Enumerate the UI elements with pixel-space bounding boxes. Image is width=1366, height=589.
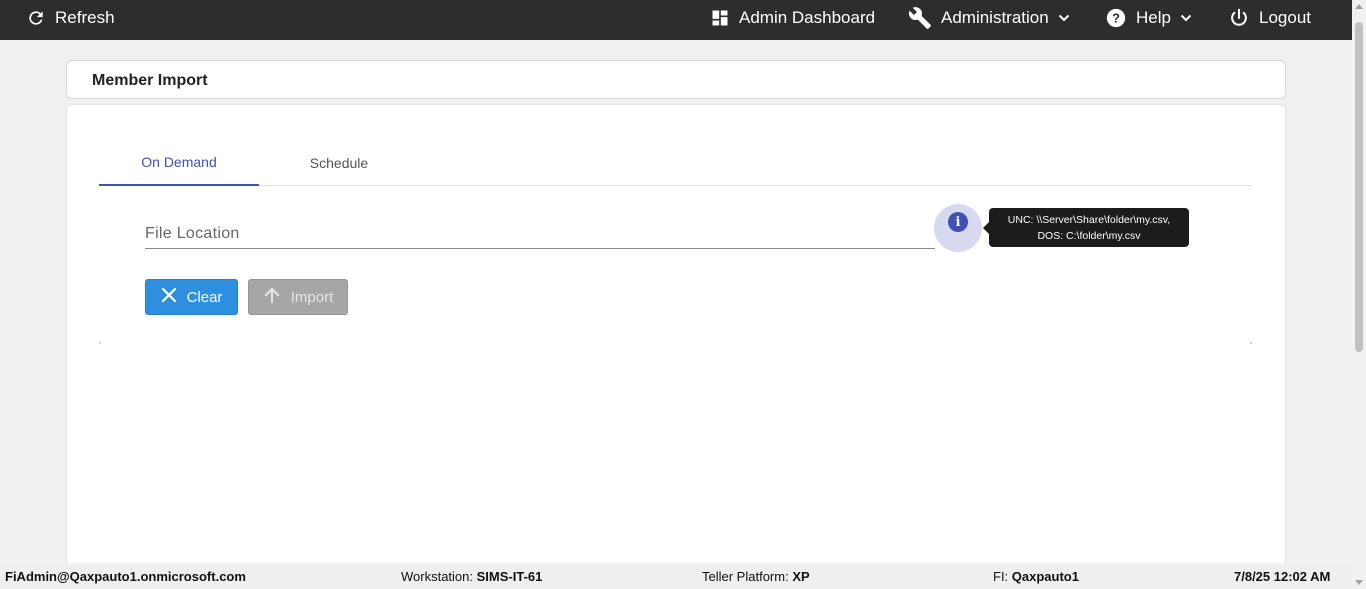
- status-bar: FiAdmin@Qaxpauto1.onmicrosoft.com Workst…: [0, 563, 1352, 589]
- import-tabs: On Demand Schedule: [99, 140, 1252, 186]
- page-title: Member Import: [92, 72, 208, 89]
- file-location-tooltip: UNC: \\Server\Share\folder\my.csv, DOS: …: [983, 208, 1189, 247]
- clear-button[interactable]: Clear: [145, 279, 238, 315]
- panel-corner-marker: [1250, 342, 1252, 344]
- dashboard-icon: [710, 8, 730, 28]
- info-icon: i: [948, 212, 968, 232]
- file-location-input[interactable]: [145, 220, 935, 248]
- power-icon: [1228, 7, 1250, 29]
- tooltip-line-dos: DOS: C:\folder\my.csv: [1037, 230, 1141, 242]
- scroll-up-icon[interactable]: [1355, 4, 1363, 9]
- page-header-card: Member Import: [66, 60, 1286, 99]
- status-fi: FI: Qaxpauto1: [993, 569, 1079, 584]
- logout-button[interactable]: Logout: [1228, 0, 1311, 36]
- top-navigation-bar: Refresh Admin Dashboard Administration ?…: [0, 0, 1366, 40]
- refresh-icon: [26, 8, 46, 28]
- chevron-down-icon: [1058, 12, 1070, 24]
- scrollbar-thumb[interactable]: [1355, 22, 1363, 352]
- administration-label: Administration: [941, 8, 1049, 27]
- administration-menu[interactable]: Administration: [908, 0, 1070, 36]
- chevron-down-icon: [1180, 12, 1192, 24]
- file-location-field: [145, 220, 935, 249]
- fi-value: Qaxpauto1: [1011, 569, 1079, 584]
- svg-text:?: ?: [1112, 11, 1120, 26]
- help-menu[interactable]: ? Help: [1105, 0, 1192, 36]
- fi-label: FI:: [993, 569, 1009, 584]
- import-button[interactable]: Import: [248, 279, 348, 315]
- workstation-value: SIMS-IT-61: [476, 569, 543, 584]
- logout-label: Logout: [1259, 8, 1311, 27]
- teller-platform-label: Teller Platform:: [702, 569, 789, 584]
- help-icon: ?: [1105, 7, 1127, 29]
- admin-dashboard-button[interactable]: Admin Dashboard: [710, 0, 875, 36]
- info-button[interactable]: i: [934, 204, 982, 252]
- page-scrollbar[interactable]: [1352, 0, 1366, 589]
- workstation-label: Workstation:: [401, 569, 474, 584]
- tooltip-line-unc: UNC: \\Server\Share\folder\my.csv,: [1007, 214, 1171, 226]
- close-icon: [161, 287, 177, 307]
- arrow-up-icon: [263, 286, 281, 308]
- refresh-button[interactable]: Refresh: [26, 0, 115, 36]
- import-label: Import: [290, 288, 334, 306]
- panel-corner-marker: [99, 342, 101, 344]
- scroll-down-icon[interactable]: [1355, 580, 1363, 585]
- help-label: Help: [1136, 8, 1171, 27]
- teller-platform-value: XP: [792, 569, 810, 584]
- tab-on-demand[interactable]: On Demand: [99, 140, 259, 186]
- status-user: FiAdmin@Qaxpauto1.onmicrosoft.com: [5, 569, 246, 584]
- refresh-label: Refresh: [55, 8, 115, 27]
- status-workstation: Workstation: SIMS-IT-61: [401, 569, 542, 584]
- clear-label: Clear: [186, 288, 223, 306]
- status-teller-platform: Teller Platform: XP: [702, 569, 810, 584]
- admin-dashboard-label: Admin Dashboard: [739, 8, 876, 27]
- status-datetime: 7/8/25 12:02 AM: [1234, 569, 1331, 584]
- wrench-icon: [908, 6, 932, 30]
- tab-schedule[interactable]: Schedule: [259, 140, 419, 186]
